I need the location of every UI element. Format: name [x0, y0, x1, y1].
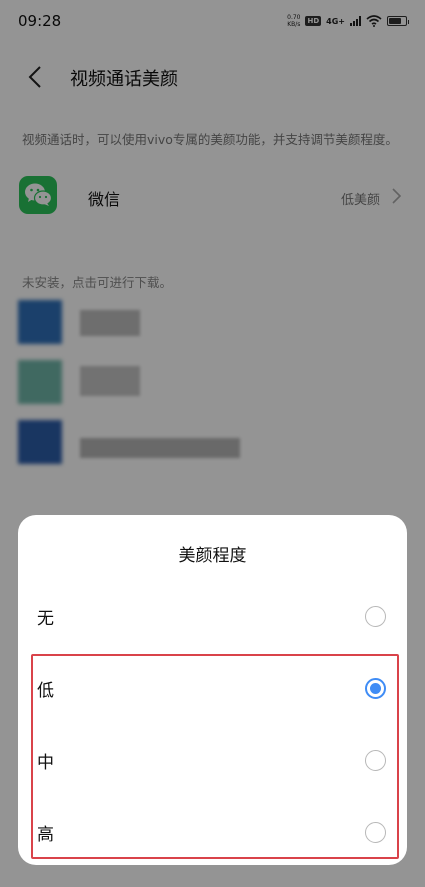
annotation-highlight-box	[31, 654, 399, 859]
settings-page: 09:28 0.70 KB/s HD 4G+ 视频通话美颜 视频通话时，可以使用…	[0, 0, 425, 887]
sheet-title: 美颜程度	[178, 546, 247, 566]
option-none[interactable]: 无	[18, 581, 407, 653]
radio-button[interactable]	[365, 606, 386, 627]
option-label: 无	[37, 609, 54, 629]
